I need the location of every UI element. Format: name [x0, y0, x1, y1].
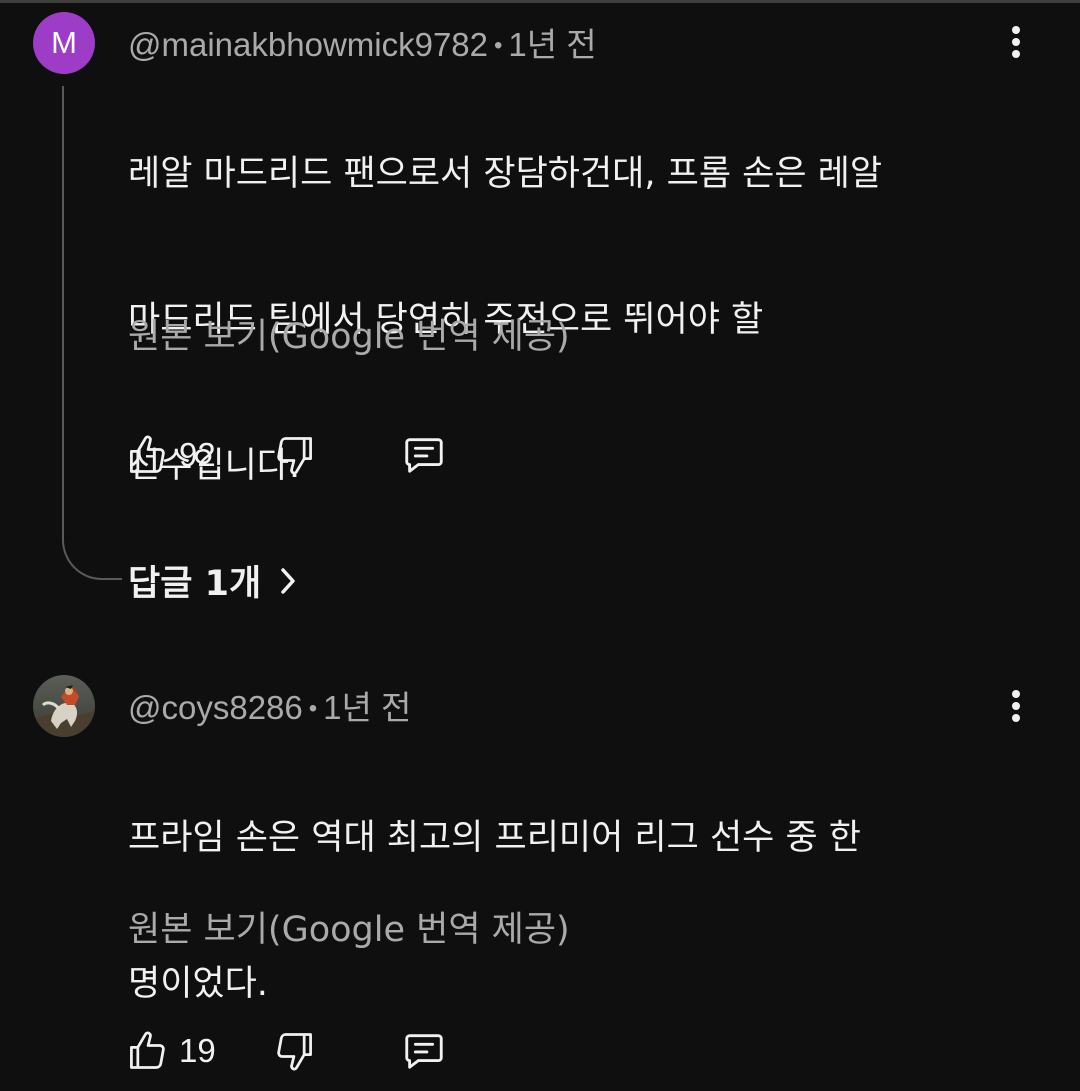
avatar[interactable]: M — [33, 12, 95, 74]
comment-time: 1년 전 — [323, 689, 412, 726]
comment-text-line: 명이었다. — [128, 964, 268, 1004]
like-count: 92 — [179, 436, 216, 473]
like-button[interactable]: 92 — [125, 430, 216, 480]
comment-thread: M @mainakbhowmick9782 • 1년 전 레알 마드리드 팬으로서 … — [0, 0, 1080, 620]
comment-thread: @coys8286 • 1년 전 프라임 손은 역대 최고의 프리미어 리그 선수 … — [0, 660, 1080, 1091]
comment-meta: @mainakbhowmick9782 • 1년 전 — [128, 18, 597, 66]
meta-separator: • — [494, 32, 503, 59]
reply-button[interactable] — [401, 1026, 447, 1076]
comment-actions: 92 — [125, 430, 485, 480]
replies-toggle[interactable]: 답글 1개 — [128, 555, 297, 606]
view-original-link[interactable]: 원본 보기(Google 번역 제공) — [128, 308, 570, 359]
comment-actions: 19 — [125, 1026, 485, 1076]
avatar-letter: M — [51, 25, 77, 60]
replies-label: 답글 1개 — [128, 564, 262, 604]
thumbs-down-icon — [277, 437, 312, 475]
more-vert-icon[interactable] — [1003, 22, 1029, 62]
meta-separator: • — [308, 695, 318, 722]
comment-text-line: 프라임 손은 역대 최고의 프리미어 리그 선수 중 한 — [128, 818, 862, 858]
dislike-button[interactable] — [273, 430, 317, 480]
thread-connector-line — [62, 86, 122, 580]
dislike-button[interactable] — [273, 1026, 317, 1076]
like-count: 19 — [179, 1032, 216, 1069]
author-handle[interactable]: @mainakbhowmick9782 — [128, 26, 488, 63]
comment-text-line: 레알 마드리드 팬으로서 장담하건대, 프롬 손은 레알 — [128, 154, 883, 194]
comment-time: 1년 전 — [508, 26, 597, 63]
author-handle[interactable]: @coys8286 — [128, 689, 303, 726]
like-button[interactable]: 19 — [125, 1026, 216, 1076]
thumbs-up-icon — [130, 435, 165, 473]
avatar[interactable] — [33, 675, 95, 737]
thumbs-up-icon — [130, 1031, 165, 1069]
reply-icon — [405, 1034, 443, 1069]
comment-meta: @coys8286 • 1년 전 — [128, 681, 411, 729]
view-original-link[interactable]: 원본 보기(Google 번역 제공) — [128, 901, 570, 952]
more-vert-icon[interactable] — [1003, 686, 1029, 726]
chevron-right-icon — [281, 567, 295, 594]
painting-avatar-icon — [33, 675, 95, 737]
reply-button[interactable] — [401, 430, 447, 480]
reply-icon — [405, 438, 443, 473]
thumbs-down-icon — [277, 1033, 312, 1071]
